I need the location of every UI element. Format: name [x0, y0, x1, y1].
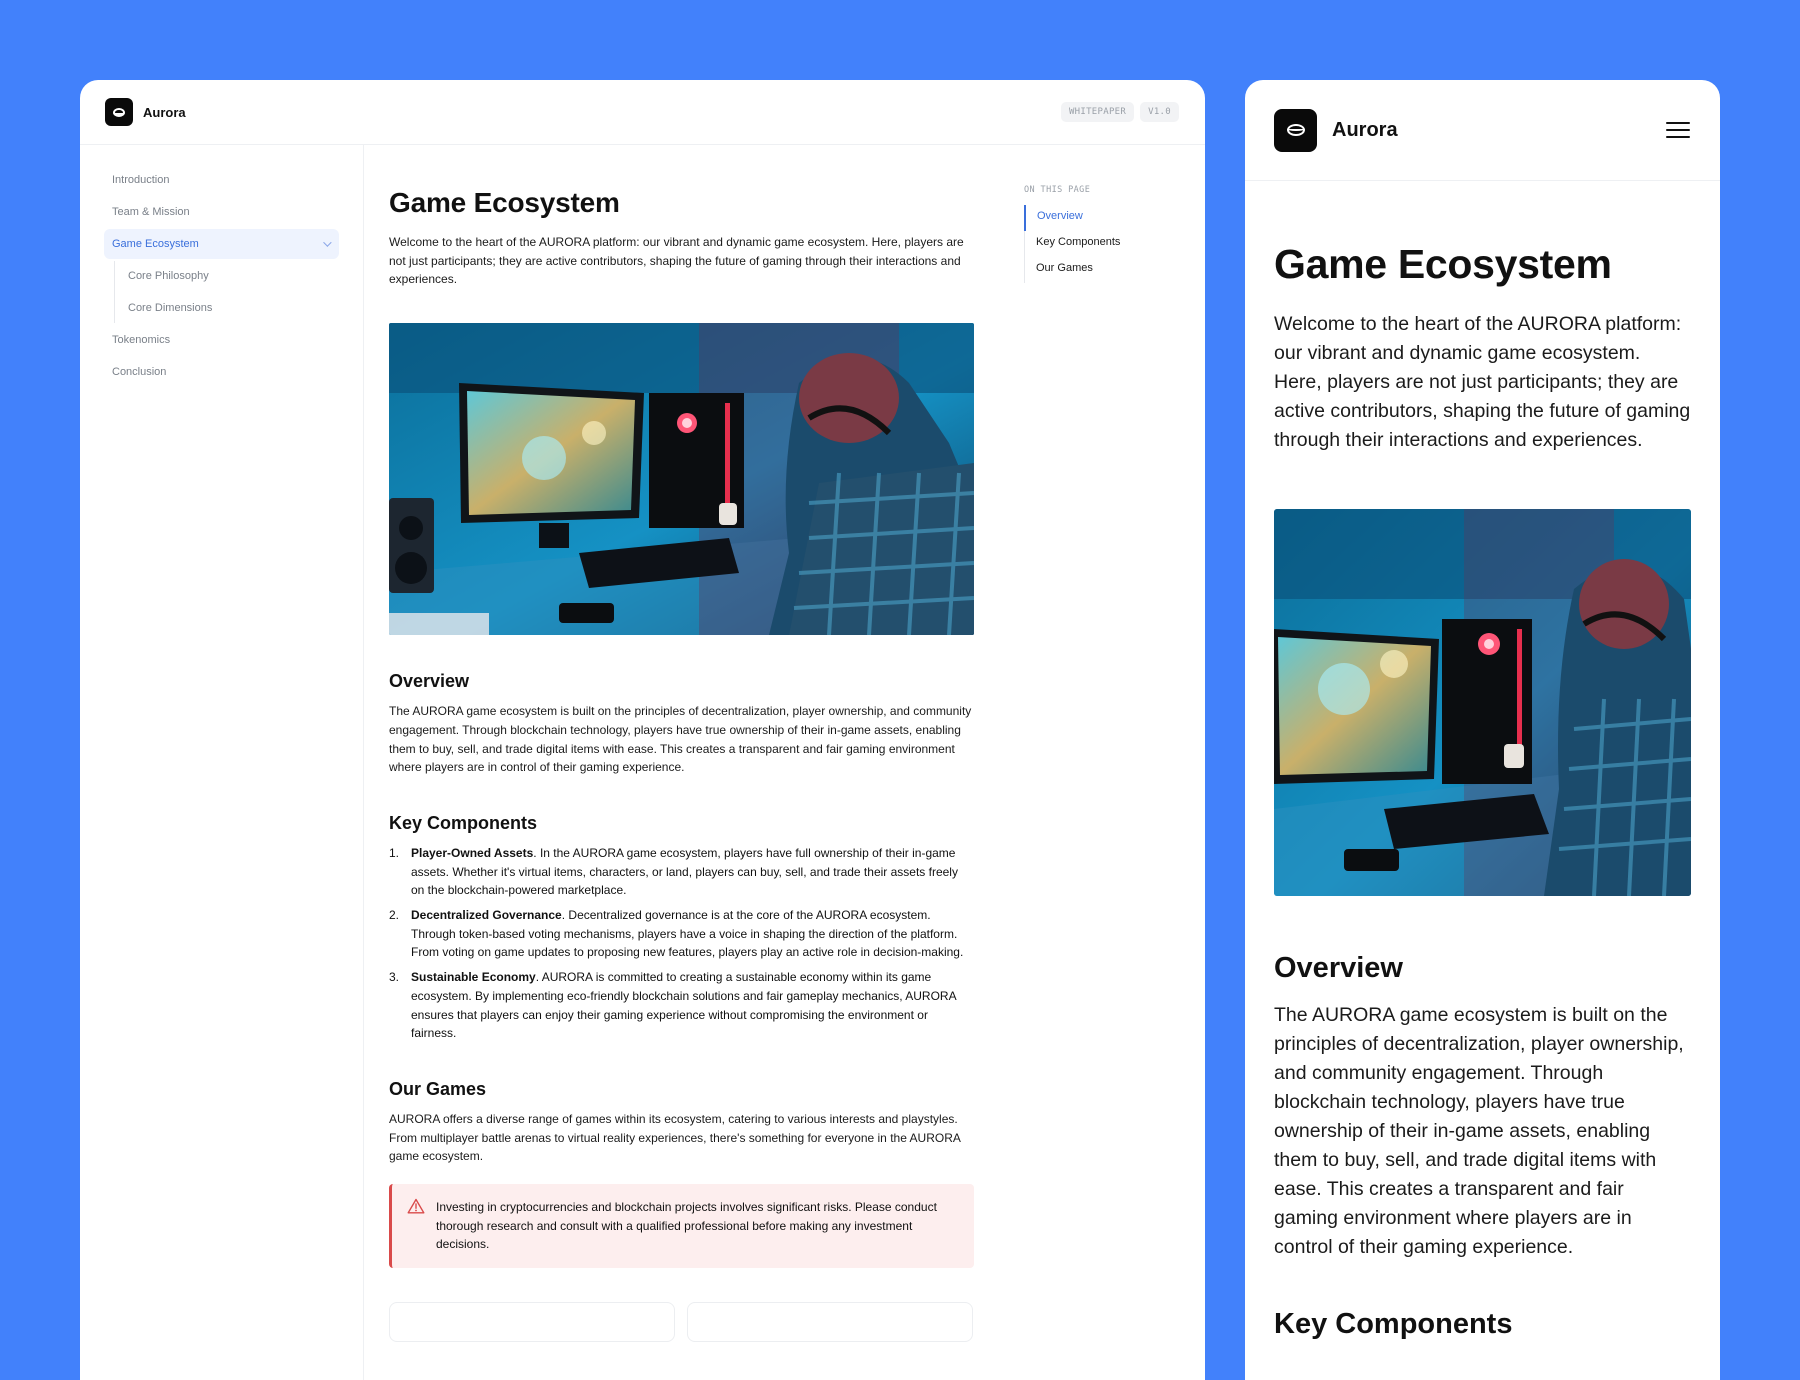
key-components-heading: Key Components [1274, 1308, 1513, 1340]
sidebar-item-conclusion[interactable]: Conclusion [104, 357, 339, 387]
brand-name[interactable]: Aurora [143, 105, 186, 120]
main-content: Game Ecosystem Welcome to the heart of t… [389, 145, 974, 1343]
sidebar-item-team-mission[interactable]: Team & Mission [104, 197, 339, 227]
list-item-title: Player-Owned Assets [411, 845, 534, 860]
top-bar: Aurora WHITEPAPER V1.0 [80, 80, 1205, 145]
our-games-heading: Our Games [389, 1078, 487, 1099]
sidebar-subitem-core-philosophy[interactable]: Core Philosophy [115, 261, 363, 291]
on-this-page: ON THIS PAGE Overview Key Components Our… [1024, 185, 1184, 283]
sidebar-subnav: Core Philosophy Core Dimensions [114, 261, 363, 323]
game-cards [389, 1302, 974, 1343]
coin-logo-icon[interactable] [105, 98, 133, 126]
desktop-window: Aurora WHITEPAPER V1.0 Introduction Team… [80, 80, 1205, 1380]
key-components-list: 1. Player-Owned Assets. In the AURORA ga… [389, 844, 974, 1043]
chevron-down-icon[interactable] [323, 238, 332, 247]
toc-item-overview[interactable]: Overview [1024, 205, 1184, 231]
list-item-title: Decentralized Governance [411, 908, 562, 923]
sidebar: Introduction Team & Mission Game Ecosyst… [80, 145, 364, 1380]
sidebar-item-label: Game Ecosystem [112, 238, 199, 250]
list-item: 2. Decentralized Governance. Decentraliz… [389, 906, 974, 962]
list-number: 1. [389, 845, 400, 860]
list-number: 2. [389, 908, 400, 923]
page-title: Game Ecosystem [389, 187, 620, 218]
mobile-window: Aurora Game Ecosystem Welcome to the hea… [1245, 80, 1720, 1380]
sidebar-item-tokenomics[interactable]: Tokenomics [104, 325, 339, 355]
list-item: 1. Player-Owned Assets. In the AURORA ga… [389, 844, 974, 900]
page-title: Game Ecosystem [1274, 241, 1612, 287]
key-components-heading: Key Components [389, 812, 538, 833]
header-tags: WHITEPAPER V1.0 [1060, 102, 1179, 122]
overview-heading: Overview [1274, 952, 1403, 984]
overview-paragraph: The AURORA game ecosystem is built on th… [1274, 1004, 1684, 1258]
mobile-main-content: Game Ecosystem Welcome to the heart of t… [1245, 241, 1720, 1341]
mobile-top-bar: Aurora [1245, 80, 1720, 181]
whitepaper-badge: WHITEPAPER [1060, 102, 1135, 122]
list-number: 3. [389, 970, 400, 985]
brand-name[interactable]: Aurora [1332, 119, 1398, 142]
our-games-paragraph: AURORA offers a diverse range of games w… [389, 1111, 961, 1164]
sidebar-item-introduction[interactable]: Introduction [104, 165, 339, 195]
list-text: Decentralized Governance. Decentralized … [411, 906, 974, 962]
hero-image [389, 323, 974, 636]
toc-label: ON THIS PAGE [1024, 185, 1091, 195]
game-card[interactable] [687, 1302, 973, 1343]
list-item: 3. Sustainable Economy. AURORA is commit… [389, 968, 974, 1043]
list-text: Sustainable Economy. AURORA is committed… [411, 968, 974, 1043]
hamburger-menu-icon[interactable] [1666, 117, 1690, 143]
overview-heading: Overview [389, 671, 470, 692]
overview-paragraph: The AURORA game ecosystem is built on th… [389, 704, 972, 775]
intro-paragraph: Welcome to the heart of the AURORA platf… [389, 235, 964, 287]
coin-logo-icon[interactable] [1274, 108, 1317, 152]
warning-triangle-icon [407, 1198, 425, 1214]
sidebar-subitem-core-dimensions[interactable]: Core Dimensions [115, 293, 363, 323]
game-card[interactable] [389, 1302, 675, 1343]
toc-item-our-games[interactable]: Our Games [1025, 257, 1184, 283]
hero-image [1274, 509, 1691, 896]
intro-paragraph: Welcome to the heart of the AURORA platf… [1274, 313, 1691, 451]
list-text: Player-Owned Assets. In the AURORA game … [411, 844, 974, 900]
list-item-title: Sustainable Economy [411, 970, 536, 985]
toc-list: Overview Key Components Our Games [1024, 205, 1184, 283]
alert-text: Investing in cryptocurrencies and blockc… [436, 1200, 937, 1252]
sidebar-item-game-ecosystem[interactable]: Game Ecosystem [104, 229, 339, 259]
version-badge: V1.0 [1140, 102, 1179, 122]
risk-alert: Investing in cryptocurrencies and blockc… [389, 1184, 974, 1269]
toc-item-key-components[interactable]: Key Components [1025, 231, 1184, 257]
